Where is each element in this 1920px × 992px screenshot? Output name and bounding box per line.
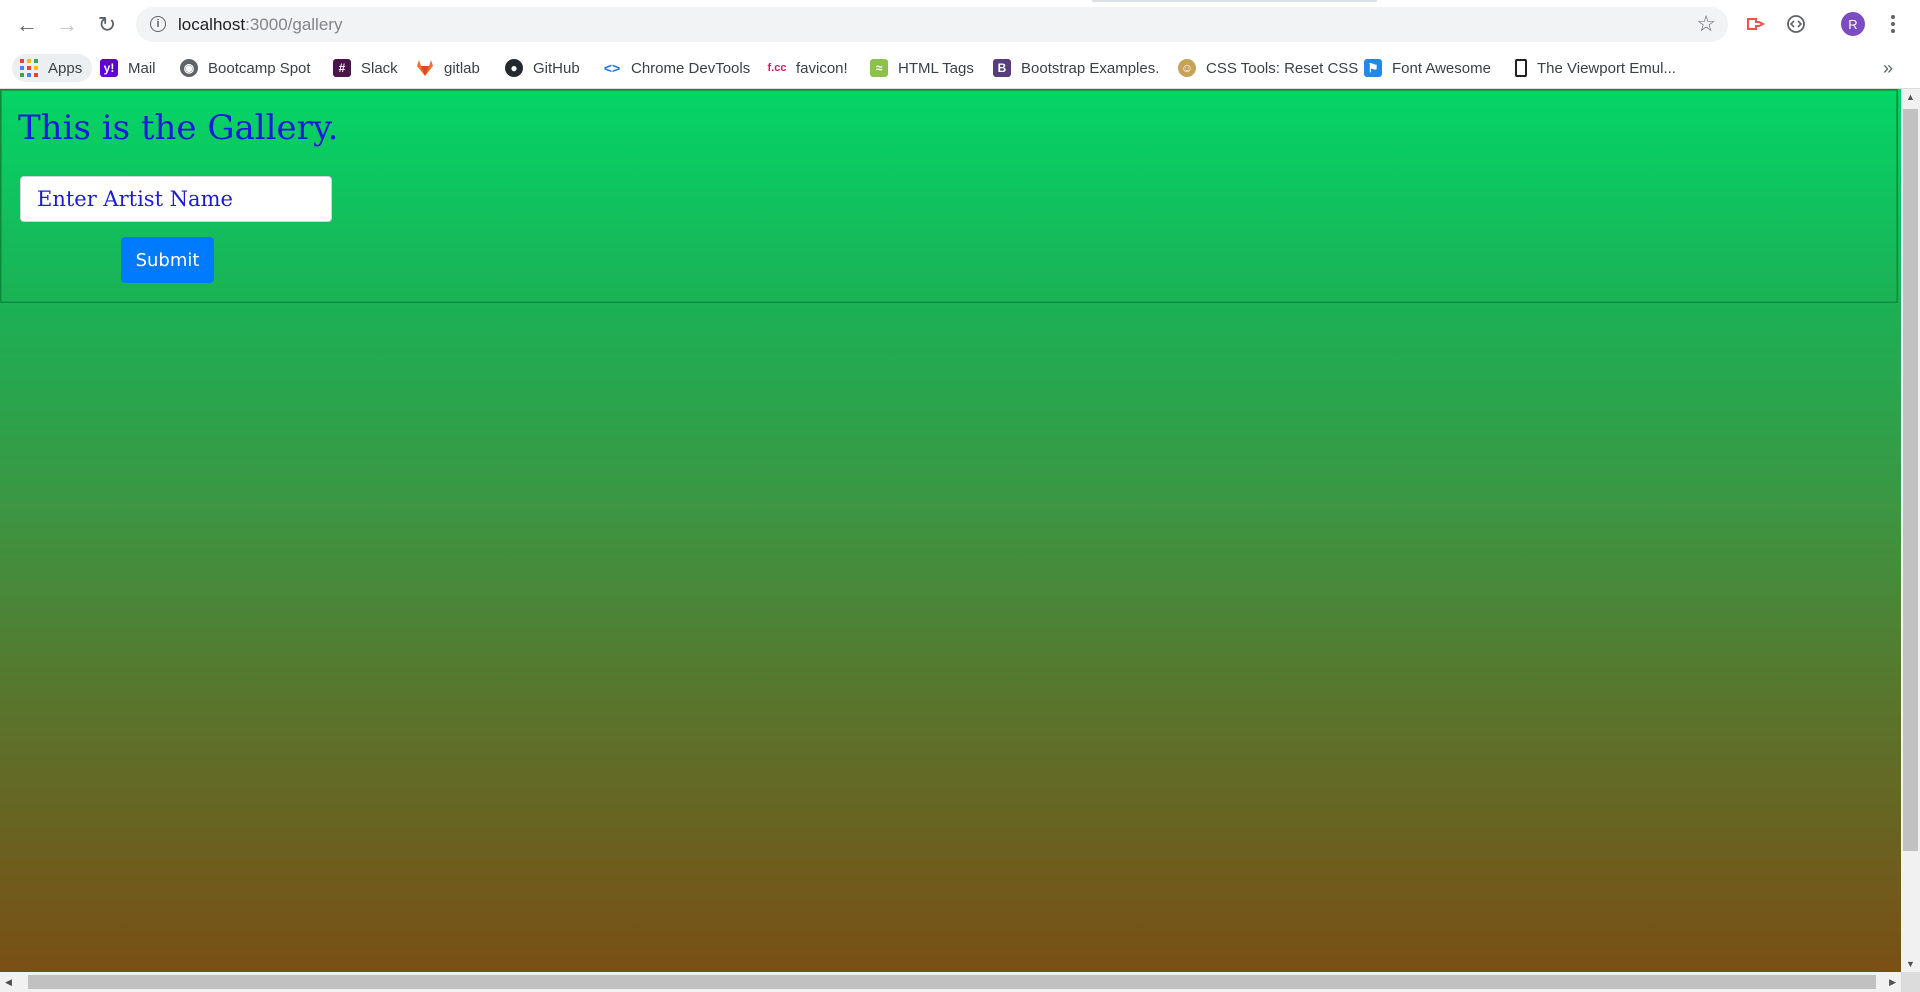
horizontal-scrollbar[interactable]: ◀ ▶ — [0, 972, 1901, 992]
bookmark-html-tags[interactable]: ≈ HTML Tags — [870, 54, 974, 82]
bookmark-label: CSS Tools: Reset CSS — [1206, 59, 1359, 77]
bookmark-label: The Viewport Emul... — [1537, 59, 1676, 77]
page-title: This is the Gallery. — [18, 108, 339, 148]
bookmark-label: gitlab — [444, 59, 480, 77]
profile-avatar[interactable]: R — [1841, 12, 1865, 36]
gitlab-icon — [416, 59, 434, 77]
bookmark-favicon[interactable]: f.cc favicon! — [768, 54, 848, 82]
circle-code-icon — [1787, 15, 1805, 33]
forward-button[interactable]: → — [52, 10, 82, 40]
submit-button[interactable]: Submit — [121, 237, 214, 283]
vertical-scroll-thumb[interactable] — [1903, 109, 1918, 851]
extension-cast-icon[interactable] — [1744, 12, 1768, 36]
page-viewport: This is the Gallery. Submit — [0, 89, 1901, 972]
slack-icon: # — [333, 59, 351, 77]
bookmark-font-awesome[interactable]: ⚑ Font Awesome — [1364, 54, 1491, 82]
bookmark-github[interactable]: ● GitHub — [505, 54, 580, 82]
bookmark-label: Slack — [361, 59, 398, 77]
devtools-icon: <> — [603, 60, 621, 76]
globe-icon: ◉ — [180, 59, 198, 77]
css-tools-icon: ☺ — [1178, 59, 1196, 77]
bookmark-slack[interactable]: # Slack — [333, 54, 398, 82]
reload-button[interactable]: ↻ — [92, 10, 122, 40]
bookmark-label: Mail — [128, 59, 156, 77]
url-path: :3000/gallery — [245, 15, 343, 34]
bookmarks-bar: Apps y! Mail ◉ Bootcamp Spot # Slack git… — [0, 49, 1920, 89]
arrow-right-icon: → — [56, 12, 78, 37]
site-info-icon[interactable]: i — [150, 16, 166, 32]
bookmark-css-tools[interactable]: ☺ CSS Tools: Reset CSS — [1178, 54, 1358, 82]
bookmark-label: favicon! — [796, 59, 848, 77]
scroll-up-icon[interactable]: ▲ — [1906, 92, 1915, 102]
artist-name-input[interactable] — [20, 176, 332, 222]
scroll-left-icon[interactable]: ◀ — [5, 977, 12, 988]
bookmark-label: Chrome DevTools — [631, 59, 751, 77]
bookmark-label: Bootcamp Spot — [208, 59, 311, 77]
bookmark-label: Apps — [48, 59, 83, 77]
bookmark-chrome-devtools[interactable]: <> Chrome DevTools — [603, 54, 750, 82]
scrollbar-corner — [1901, 972, 1920, 992]
bookmark-bootcamp-spot[interactable]: ◉ Bootcamp Spot — [180, 54, 311, 82]
bootstrap-icon: B — [993, 59, 1011, 77]
bookmark-mail[interactable]: y! Mail — [100, 54, 156, 82]
bookmark-viewport-emulator[interactable]: The Viewport Emul... — [1515, 54, 1676, 82]
more-bookmarks-button[interactable]: » — [1883, 58, 1893, 79]
back-button[interactable]: ← — [12, 10, 42, 40]
vertical-scrollbar[interactable]: ▲ ▼ — [1901, 89, 1920, 972]
yahoo-icon: y! — [100, 59, 118, 77]
address-bar[interactable]: i localhost:3000/gallery ☆ — [136, 7, 1728, 42]
fcc-icon: f.cc — [767, 62, 787, 74]
url-text[interactable]: localhost:3000/gallery — [178, 15, 342, 35]
flag-icon: ⚑ — [1364, 59, 1382, 77]
apps-grid-icon — [20, 59, 38, 77]
bookmark-bootstrap-examples[interactable]: B Bootstrap Examples. — [993, 54, 1159, 82]
cast-arrow-icon — [1747, 18, 1766, 30]
browser-menu-button[interactable] — [1883, 10, 1903, 38]
scroll-right-icon[interactable]: ▶ — [1889, 977, 1896, 988]
bookmark-label: Font Awesome — [1392, 59, 1491, 77]
bookmark-label: GitHub — [533, 59, 580, 77]
bookmark-apps[interactable]: Apps — [12, 54, 93, 82]
gallery-header-panel: This is the Gallery. Submit — [0, 89, 1898, 303]
avatar-initial: R — [1848, 16, 1858, 32]
bookmark-gitlab[interactable]: gitlab — [416, 54, 480, 82]
github-icon: ● — [505, 59, 523, 77]
bookmark-star-icon[interactable]: ☆ — [1696, 11, 1716, 37]
bookmark-label: Bootstrap Examples. — [1021, 59, 1160, 77]
html-tags-icon: ≈ — [870, 59, 888, 77]
arrow-left-icon: ← — [16, 12, 38, 37]
url-host: localhost — [178, 15, 246, 34]
bookmark-label: HTML Tags — [898, 59, 974, 77]
horizontal-scroll-thumb[interactable] — [28, 975, 1876, 989]
phone-icon — [1515, 59, 1527, 77]
scroll-down-icon[interactable]: ▼ — [1906, 959, 1915, 969]
browser-toolbar: ← → ↻ i localhost:3000/gallery ☆ R — [0, 0, 1920, 49]
extension-code-icon[interactable] — [1784, 12, 1808, 36]
tab-strip-edge — [1092, 0, 1377, 2]
reload-icon: ↻ — [97, 12, 117, 37]
